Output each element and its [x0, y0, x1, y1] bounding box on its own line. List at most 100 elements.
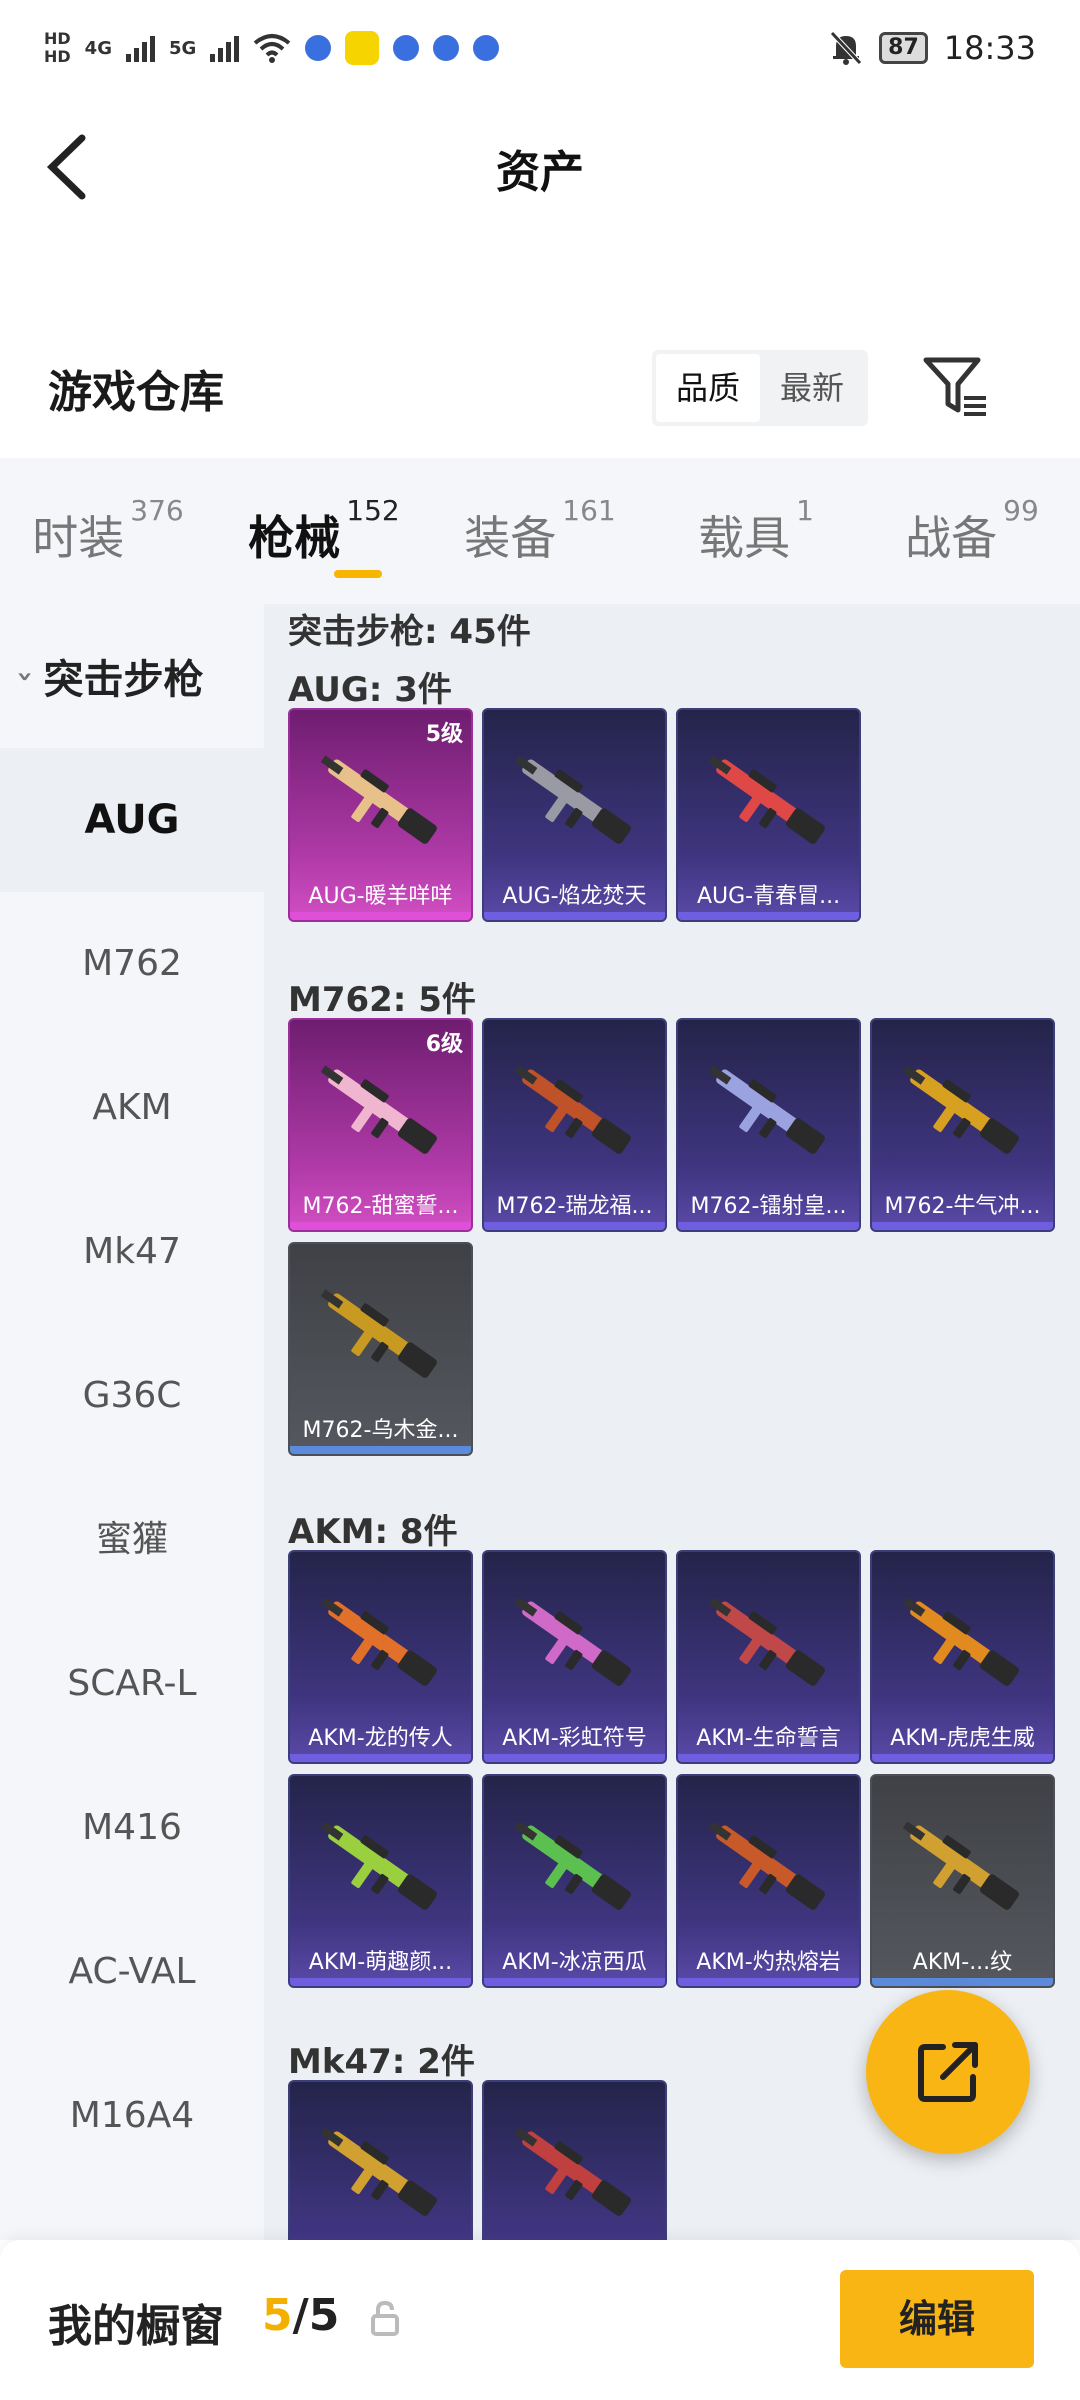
- tab-label: 枪械: [248, 511, 341, 565]
- weapon-skin-card[interactable]: AKM-虎虎生威: [870, 1550, 1055, 1764]
- weapon-skin-name: AUG-焰龙焚天: [502, 884, 647, 909]
- weapon-skin-card[interactable]: AKM-彩虹符号: [482, 1550, 667, 1764]
- weapon-skin-card[interactable]: AUG-青春冒...: [676, 708, 861, 922]
- rarity-bar: [678, 1978, 859, 1986]
- showcase-separator: /: [292, 2290, 309, 2341]
- item-grid: AKM-龙的传人 AKM-彩虹符号 AKM-生命誓言 AKM-虎虎生威 AKM-萌趣颜.…: [288, 1550, 1055, 1988]
- rarity-bar: [484, 1754, 665, 1762]
- weapon-icon: [320, 1821, 437, 1910]
- edit-button[interactable]: 编辑: [840, 2270, 1034, 2368]
- sort-option-quality[interactable]: 品质: [656, 354, 761, 422]
- app-notification-icon: [433, 35, 460, 61]
- sidebar-item-m762[interactable]: M762: [0, 892, 264, 1036]
- status-bar: HD HD 4G 5G 87 18:33: [0, 0, 1080, 96]
- weapon-skin-card[interactable]: [288, 2080, 473, 2240]
- weapon-icon: [514, 2127, 631, 2216]
- group-title: AKM: 8件: [288, 1512, 458, 1552]
- rarity-bar: [484, 1978, 665, 1986]
- weapon-icon: [514, 1821, 631, 1910]
- weapon-skin-card[interactable]: AKM-生命誓言: [676, 1550, 861, 1764]
- tab-vehicles[interactable]: 载具1: [648, 458, 864, 604]
- showcase-total: 5: [308, 2290, 340, 2341]
- filter-icon[interactable]: [920, 352, 992, 424]
- weapon-icon: [902, 1597, 1019, 1686]
- weapon-skin-card[interactable]: AUG-焰龙焚天: [482, 708, 667, 922]
- weapon-skin-card[interactable]: AKM-灼热熔岩: [676, 1774, 861, 1988]
- rarity-bar: [872, 1978, 1053, 1986]
- network-4g-label: 4G: [84, 37, 112, 59]
- weapon-skin-name: M762-甜蜜誓...: [302, 1194, 459, 1219]
- network-5g-label: 5G: [168, 37, 197, 59]
- weapon-skin-name: M762-瑞龙福...: [496, 1194, 653, 1219]
- hd-indicator: HD HD: [44, 29, 71, 66]
- weapon-skin-card[interactable]: 6级 M762-甜蜜誓...: [288, 1018, 473, 1232]
- weapon-icon: [902, 1065, 1019, 1154]
- weapon-skin-card[interactable]: [482, 2080, 667, 2240]
- weapon-skin-card[interactable]: AKM-萌趣颜...: [288, 1774, 473, 1988]
- tab-equipment[interactable]: 装备161: [432, 458, 648, 604]
- rarity-bar: [290, 1978, 471, 1986]
- tab-weapons[interactable]: 枪械152: [216, 458, 432, 604]
- signal-icon-2: [210, 34, 240, 62]
- sidebar-item-ac-val[interactable]: AC-VAL: [0, 1900, 264, 2044]
- tab-label: 时装: [32, 511, 125, 565]
- status-left: HD HD 4G 5G: [44, 29, 500, 66]
- sidebar-category-label: 突击步枪: [43, 657, 204, 703]
- sidebar-item-honey-badger[interactable]: 蜜獾: [0, 1468, 264, 1612]
- rarity-bar: [872, 1754, 1053, 1762]
- weapon-skin-card[interactable]: AKM-...纹: [870, 1774, 1055, 1988]
- rarity-bar: [290, 1754, 471, 1762]
- item-grid: 5级 AUG-暖羊咩咩 AUG-焰龙焚天 AUG-青春冒...: [288, 708, 1055, 922]
- tab-fashion[interactable]: 时装376: [0, 458, 216, 604]
- rarity-bar: [484, 912, 665, 920]
- weapon-skin-name: AKM-冰凉西瓜: [502, 1950, 647, 1975]
- weapon-skin-card[interactable]: M762-镭射皇...: [676, 1018, 861, 1232]
- weapon-skin-card[interactable]: M762-牛气冲...: [870, 1018, 1055, 1232]
- tab-count: 1: [796, 494, 814, 527]
- weapon-skin-name: M762-牛气冲...: [884, 1194, 1041, 1219]
- weapon-skin-name: M762-镭射皇...: [690, 1194, 847, 1219]
- rarity-bar: [290, 1446, 471, 1454]
- weapon-icon: [708, 1821, 825, 1910]
- weapon-icon: [708, 755, 825, 844]
- weapon-skin-name: AKM-萌趣颜...: [308, 1950, 453, 1975]
- weapon-skin-card[interactable]: AKM-龙的传人: [288, 1550, 473, 1764]
- sidebar-item-mk47[interactable]: Mk47: [0, 1180, 264, 1324]
- share-fab-button[interactable]: [866, 1990, 1030, 2154]
- tab-count: 376: [130, 494, 184, 527]
- weapon-skin-card[interactable]: 5级 AUG-暖羊咩咩: [288, 708, 473, 922]
- sidebar-item-aug[interactable]: AUG: [0, 748, 264, 892]
- signal-icon: [125, 34, 155, 62]
- weapon-icon: [514, 1597, 631, 1686]
- app-notification-icon: [345, 31, 380, 65]
- rarity-bar: [678, 1754, 859, 1762]
- weapon-skin-card[interactable]: M762-瑞龙福...: [482, 1018, 667, 1232]
- page-title: 资产: [496, 147, 584, 198]
- warehouse-header: 游戏仓库 品质 最新: [0, 330, 1080, 450]
- weapon-skin-name: AKM-灼热熔岩: [696, 1950, 841, 1975]
- tab-label: 战备: [905, 511, 998, 565]
- tab-count: 152: [346, 494, 400, 527]
- sidebar-item-m16a4[interactable]: M16A4: [0, 2044, 264, 2188]
- sidebar-item-akm[interactable]: AKM: [0, 1036, 264, 1180]
- sort-option-newest[interactable]: 最新: [760, 354, 864, 422]
- group-title: AUG: 3件: [288, 670, 452, 710]
- app-notification-icon: [305, 35, 332, 61]
- weapon-icon: [902, 1821, 1019, 1910]
- weapon-skin-name: AKM-...纹: [912, 1950, 1013, 1975]
- weapon-skin-card[interactable]: M762-乌木金...: [288, 1242, 473, 1456]
- app-notification-icon: [393, 35, 420, 61]
- weapon-icon: [708, 1597, 825, 1686]
- sidebar-category-header[interactable]: › 突击步枪: [0, 604, 264, 748]
- rarity-bar: [678, 1222, 859, 1230]
- weapon-skin-name: AUG-青春冒...: [696, 884, 841, 909]
- sidebar-item-scar-l[interactable]: SCAR-L: [0, 1612, 264, 1756]
- sidebar-item-g36c[interactable]: G36C: [0, 1324, 264, 1468]
- clock: 18:33: [943, 29, 1036, 67]
- app-header: 资产: [0, 96, 1080, 246]
- tab-supplies[interactable]: 战备99: [864, 458, 1080, 604]
- sidebar-item-m416[interactable]: M416: [0, 1756, 264, 1900]
- weapon-icon: [320, 1065, 437, 1154]
- weapon-skin-card[interactable]: AKM-冰凉西瓜: [482, 1774, 667, 1988]
- item-grid: 6级 M762-甜蜜誓... M762-瑞龙福... M762-镭射皇... M762-…: [288, 1018, 1055, 1456]
